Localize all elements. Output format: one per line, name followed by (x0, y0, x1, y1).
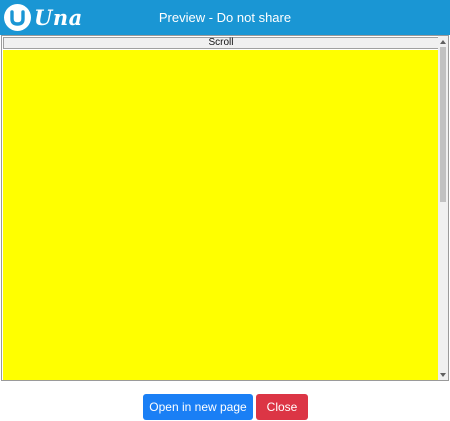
open-in-new-page-button[interactable]: Open in new page (143, 394, 253, 420)
scroll-header: Scroll (3, 37, 439, 49)
preview-window: Una Preview - Do not share Scroll Open i… (0, 0, 450, 421)
preview-content[interactable] (3, 50, 439, 380)
logo-text: Una (34, 5, 83, 30)
vertical-scrollbar[interactable] (438, 36, 448, 380)
una-logo: Una (4, 3, 83, 32)
scroll-down-button[interactable] (438, 369, 448, 380)
title-bar: Una Preview - Do not share (0, 0, 450, 35)
scroll-up-icon (440, 39, 446, 44)
una-logo-icon (4, 4, 31, 31)
scroll-down-icon (440, 372, 446, 377)
scroll-up-button[interactable] (438, 36, 448, 47)
scroll-thumb[interactable] (440, 47, 446, 202)
close-button[interactable]: Close (256, 394, 308, 420)
footer-buttons: Open in new page Close (0, 394, 450, 420)
preview-frame: Scroll (1, 35, 449, 381)
